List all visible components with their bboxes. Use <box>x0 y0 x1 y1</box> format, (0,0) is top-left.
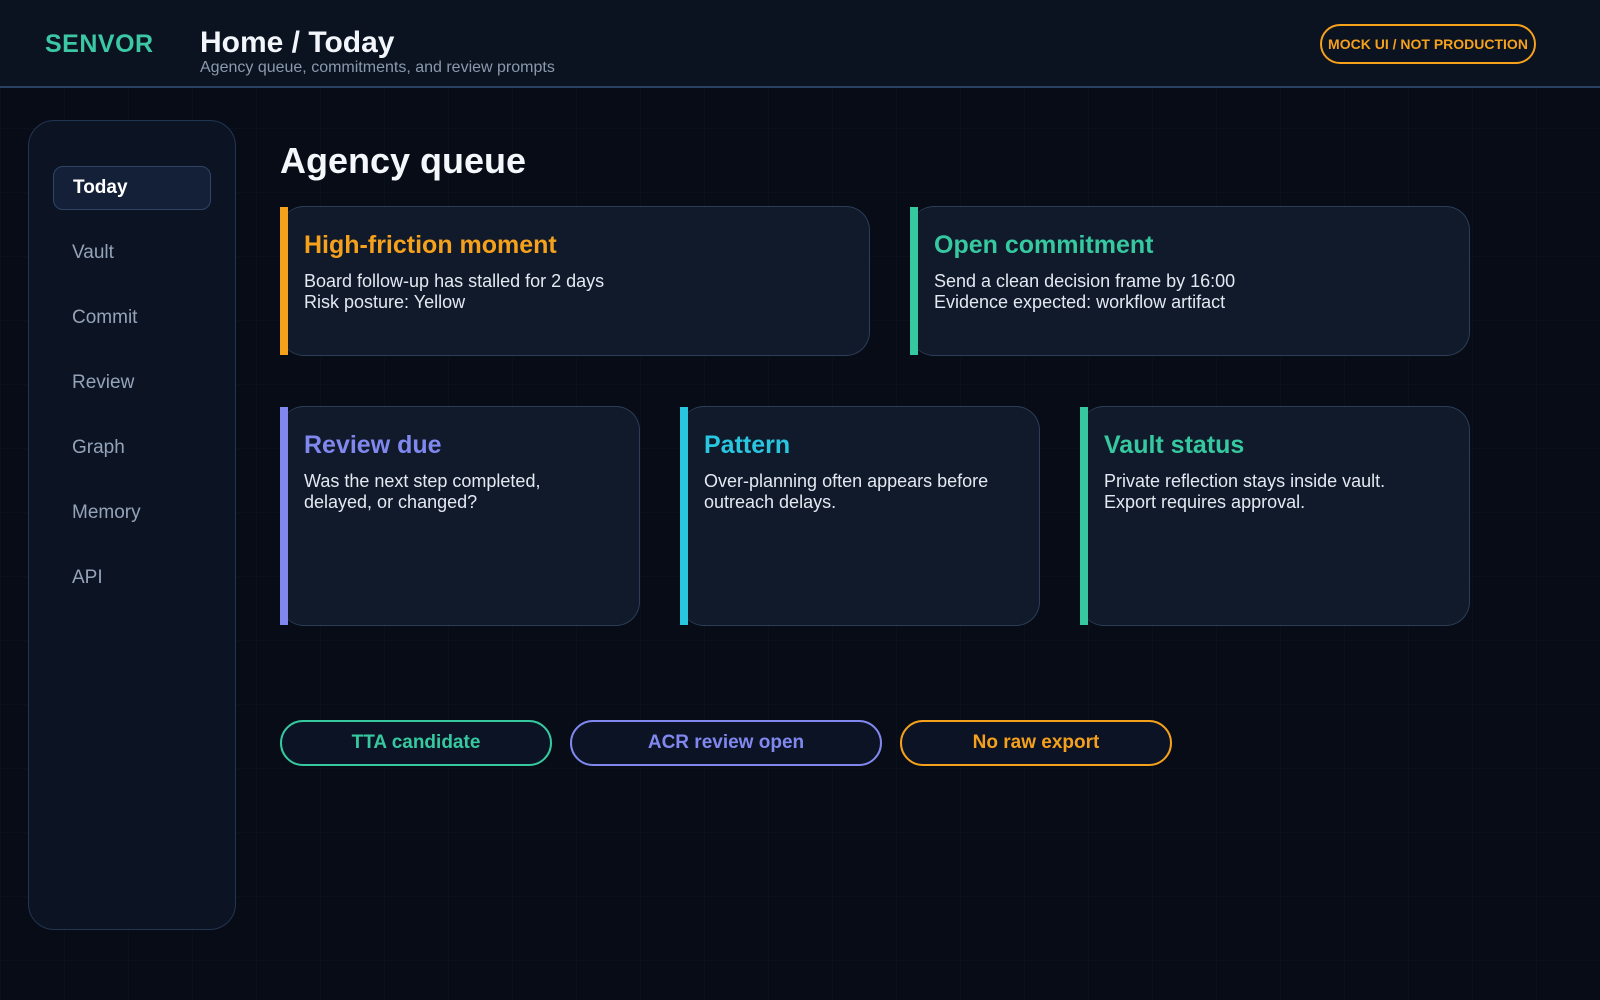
card-body: Private reflection stays inside vault. E… <box>1104 471 1385 513</box>
card-body: Board follow-up has stalled for 2 days R… <box>304 271 604 313</box>
card-line: outreach delays. <box>704 492 837 512</box>
sidebar-item-commit[interactable]: Commit <box>53 296 211 340</box>
card-line: Board follow-up has stalled for 2 days <box>304 271 605 291</box>
card-review-due[interactable]: Review due Was the next step completed, … <box>280 406 640 626</box>
card-title: Open commitment <box>934 231 1154 259</box>
top-header: SENVOR Home / Today Agency queue, commit… <box>0 0 1600 88</box>
card-open-commitment[interactable]: Open commitment Send a clean decision fr… <box>910 206 1470 356</box>
sidebar-item-memory[interactable]: Memory <box>53 491 211 535</box>
card-body: Over-planning often appears before outre… <box>704 471 988 513</box>
card-body: Was the next step completed, delayed, or… <box>304 471 540 513</box>
mock-status-badge: MOCK UI / NOT PRODUCTION <box>1320 24 1536 64</box>
section-title: Agency queue <box>280 140 527 181</box>
page-subtitle: Agency queue, commitments, and review pr… <box>200 59 555 76</box>
card-line: Evidence expected: workflow artifact <box>934 292 1226 312</box>
card-title: Pattern <box>704 431 791 459</box>
sidebar-item-api[interactable]: API <box>53 556 211 600</box>
card-title: High-friction moment <box>304 231 557 259</box>
tag-acr-review-open[interactable]: ACR review open <box>570 720 882 766</box>
card-line: Was the next step completed, <box>304 471 541 491</box>
card-line: delayed, or changed? <box>304 492 478 512</box>
brand-logo[interactable]: SENVOR <box>45 30 154 59</box>
card-pattern[interactable]: Pattern Over-planning often appears befo… <box>680 406 1040 626</box>
card-title: Review due <box>304 431 442 459</box>
card-accent-bar <box>280 407 288 625</box>
card-title: Vault status <box>1104 431 1245 459</box>
card-high-friction[interactable]: High-friction moment Board follow-up has… <box>280 206 870 356</box>
breadcrumb: Home / Today <box>200 26 395 59</box>
sidebar-item-graph[interactable]: Graph <box>53 426 211 470</box>
sidebar-item-review[interactable]: Review <box>53 361 211 405</box>
card-accent-bar <box>680 407 688 625</box>
tag-tta-candidate[interactable]: TTA candidate <box>280 720 552 766</box>
card-line: Risk posture: Yellow <box>304 292 466 312</box>
sidebar-nav: Today Vault Commit Review Graph Memory A… <box>28 120 236 930</box>
card-line: Export requires approval. <box>1104 492 1306 512</box>
card-line: Send a clean decision frame by 16:00 <box>934 271 1236 291</box>
card-accent-bar <box>910 207 918 355</box>
card-line: Private reflection stays inside vault. <box>1104 471 1386 491</box>
sidebar-item-today[interactable]: Today <box>53 166 211 210</box>
sidebar-item-vault[interactable]: Vault <box>53 231 211 275</box>
card-accent-bar <box>280 207 288 355</box>
card-accent-bar <box>1080 407 1088 625</box>
card-line: Over-planning often appears before <box>704 471 989 491</box>
card-vault-status[interactable]: Vault status Private reflection stays in… <box>1080 406 1470 626</box>
card-body: Send a clean decision frame by 16:00 Evi… <box>934 271 1235 313</box>
tag-no-raw-export[interactable]: No raw export <box>900 720 1172 766</box>
